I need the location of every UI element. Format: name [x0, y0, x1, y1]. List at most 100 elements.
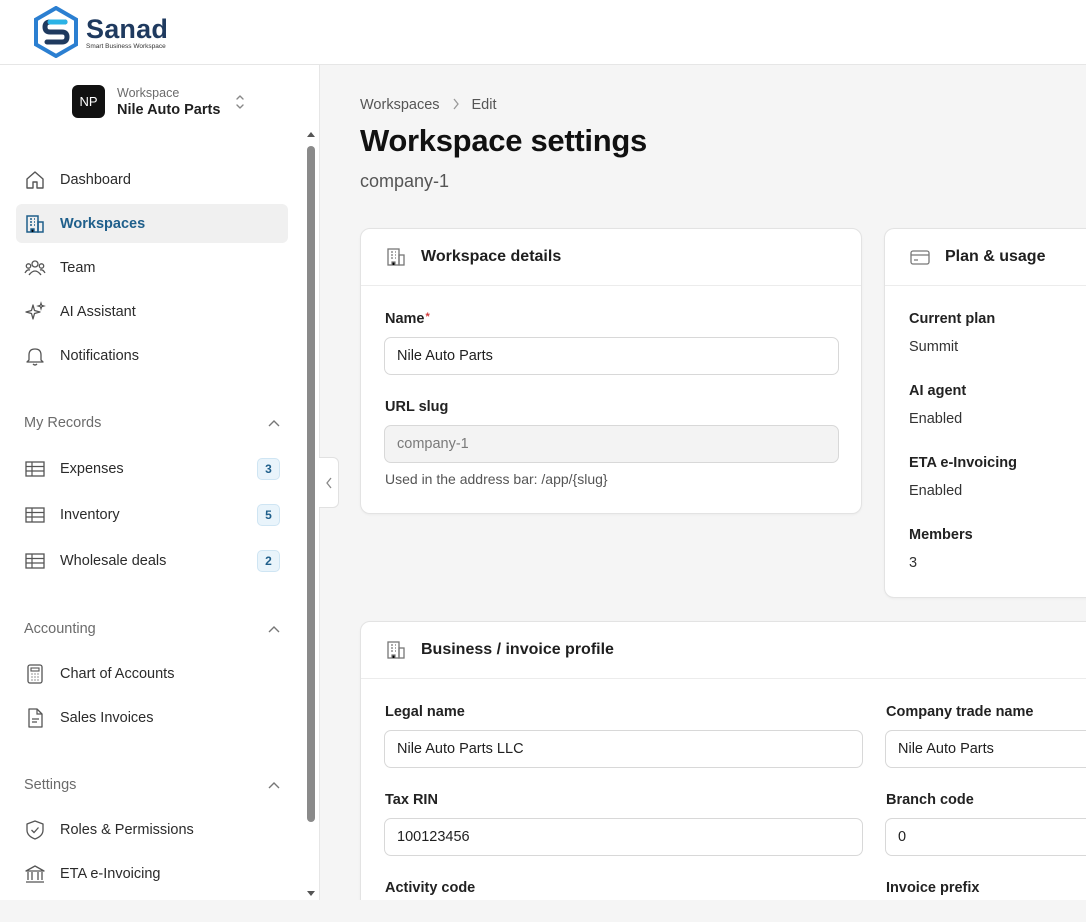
- brand-logo[interactable]: Sanad Smart Business Workspace: [32, 6, 168, 58]
- sidebar-item-label: Chart of Accounts: [60, 665, 175, 682]
- table-icon: [24, 550, 46, 572]
- section-title: My Records: [24, 415, 102, 431]
- section-accounting[interactable]: Accounting: [24, 621, 280, 637]
- branch-code-label: Branch code: [886, 792, 974, 808]
- members-label: Members: [909, 527, 973, 543]
- building-icon: [385, 246, 407, 268]
- count-badge: 3: [257, 457, 280, 480]
- section-title: Settings: [24, 777, 77, 793]
- sidebar-item-label: Sales Invoices: [60, 709, 154, 726]
- users-icon: [24, 257, 46, 279]
- sidebar-item-roles-permissions[interactable]: Roles & Permissions: [16, 810, 288, 849]
- page-title: Workspace settings: [360, 123, 647, 158]
- chevron-right-icon: [452, 98, 460, 113]
- sidebar-item-label: ETA e-Invoicing: [60, 865, 161, 882]
- sidebar-item-wholesale-deals[interactable]: Wholesale deals 2: [16, 541, 288, 580]
- legal-name-input[interactable]: Nile Auto Parts LLC: [384, 730, 863, 768]
- name-label: Name*: [385, 311, 430, 327]
- card-title: Plan & usage: [945, 248, 1046, 265]
- file-icon: [24, 707, 46, 729]
- sidebar-item-label: AI Assistant: [60, 303, 136, 320]
- sidebar-item-team[interactable]: Team: [16, 248, 288, 287]
- count-badge: 2: [257, 549, 280, 572]
- branch-code-input[interactable]: 0: [885, 818, 1086, 856]
- card-header: Plan & usage: [885, 229, 1086, 286]
- activity-code-label: Activity code: [385, 880, 476, 896]
- legal-name-label: Legal name: [385, 704, 465, 720]
- card-title: Workspace details: [421, 248, 562, 265]
- sidebar-item-inventory[interactable]: Inventory 5: [16, 495, 288, 534]
- business-profile-card: Business / invoice profile Legal name Ni…: [360, 621, 1086, 900]
- trade-name-label: Company trade name: [886, 704, 1034, 720]
- sparkles-icon: [24, 300, 46, 323]
- top-bar: Sanad Smart Business Workspace: [0, 0, 1086, 65]
- url-slug-label: URL slug: [385, 399, 449, 415]
- sidebar-scrollbar[interactable]: [305, 132, 317, 898]
- sidebar-item-chart-of-accounts[interactable]: Chart of Accounts: [16, 654, 288, 693]
- shield-icon: [24, 819, 46, 841]
- breadcrumb-workspaces-link[interactable]: Workspaces: [360, 97, 440, 113]
- workspace-name-input[interactable]: Nile Auto Parts: [384, 337, 839, 375]
- card-header: Business / invoice profile: [361, 622, 1086, 679]
- sidebar-item-ai-assistant[interactable]: AI Assistant: [16, 292, 288, 331]
- sidebar-item-sales-invoices[interactable]: Sales Invoices: [16, 698, 288, 737]
- card-title: Business / invoice profile: [421, 641, 614, 658]
- required-asterisk: *: [425, 311, 430, 323]
- building-icon: [24, 213, 46, 235]
- scroll-up-arrow-icon[interactable]: [307, 132, 315, 137]
- tax-rin-input[interactable]: 100123456: [384, 818, 863, 856]
- chevron-up-down-icon: [236, 94, 245, 109]
- sanad-logo-icon: [34, 6, 78, 58]
- sidebar-item-notifications[interactable]: Notifications: [16, 336, 288, 375]
- home-icon: [24, 169, 46, 191]
- building-icon: [385, 639, 407, 661]
- sidebar-item-label: Workspaces: [60, 215, 146, 232]
- current-plan-label: Current plan: [909, 311, 996, 327]
- bank-icon: [24, 863, 46, 885]
- scroll-thumb[interactable]: [307, 146, 315, 822]
- section-title: Accounting: [24, 621, 96, 637]
- table-icon: [24, 458, 46, 480]
- name-label-text: Name: [385, 311, 425, 327]
- section-settings[interactable]: Settings: [24, 777, 280, 793]
- eta-einvoicing-value: Enabled: [909, 483, 963, 499]
- sidebar-item-workspaces[interactable]: Workspaces: [16, 204, 288, 243]
- current-plan-value: Summit: [909, 339, 959, 355]
- sidebar-item-dashboard[interactable]: Dashboard: [16, 160, 288, 199]
- workspace-switcher[interactable]: NP Workspace Nile Auto Parts: [72, 85, 246, 118]
- scroll-down-arrow-icon[interactable]: [307, 891, 315, 896]
- sidebar-item-label: Expenses: [60, 460, 124, 477]
- workspace-caption: Workspace: [117, 85, 180, 100]
- url-slug-hint: Used in the address bar: /app/{slug}: [385, 471, 608, 487]
- sidebar-item-expenses[interactable]: Expenses 3: [16, 449, 288, 488]
- trade-name-input[interactable]: Nile Auto Parts: [885, 730, 1086, 768]
- eta-einvoicing-label: ETA e-Invoicing: [909, 455, 1017, 471]
- sidebar-item-label: Inventory: [60, 506, 120, 523]
- tax-rin-label: Tax RIN: [385, 792, 438, 808]
- sidebar: NP Workspace Nile Auto Parts Dashboard W…: [0, 65, 320, 900]
- invoice-prefix-label: Invoice prefix: [886, 880, 980, 896]
- bell-icon: [24, 345, 46, 367]
- page-subtitle: company-1: [360, 171, 450, 191]
- url-slug-input: company-1: [384, 425, 839, 463]
- bottom-strip: [0, 900, 1086, 922]
- plan-usage-card: Plan & usage Current plan Summit AI agen…: [884, 228, 1086, 598]
- workspace-name: Nile Auto Parts: [117, 101, 221, 118]
- sidebar-item-label: Team: [60, 259, 96, 276]
- credit-card-icon: [909, 246, 931, 268]
- breadcrumb: Workspaces Edit: [360, 97, 497, 113]
- breadcrumb-current: Edit: [471, 97, 497, 113]
- chevron-up-icon: [268, 782, 280, 789]
- sidebar-item-label: Dashboard: [60, 171, 131, 188]
- calculator-icon: [24, 663, 46, 685]
- sidebar-item-eta-e-invoicing[interactable]: ETA e-Invoicing: [16, 854, 288, 893]
- section-my-records[interactable]: My Records: [24, 415, 280, 431]
- table-icon: [24, 504, 46, 526]
- workspace-avatar: NP: [72, 85, 105, 118]
- ai-agent-value: Enabled: [909, 411, 963, 427]
- ai-agent-label: AI agent: [909, 383, 967, 399]
- chevron-up-icon: [268, 626, 280, 633]
- sidebar-item-label: Roles & Permissions: [60, 821, 194, 838]
- sidebar-item-label: Wholesale deals: [60, 552, 167, 569]
- count-badge: 5: [257, 503, 280, 526]
